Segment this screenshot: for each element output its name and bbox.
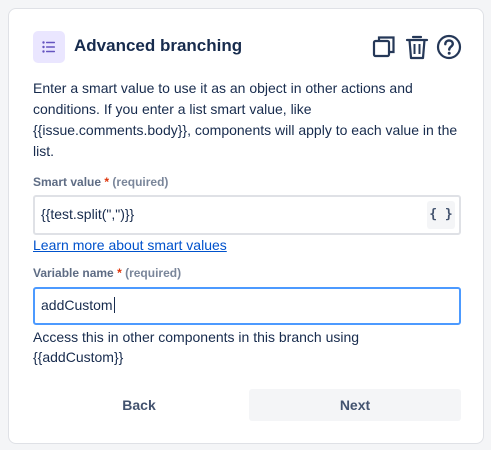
- variable-name-text: addCustom: [41, 297, 113, 313]
- panel-title: Advanced branching: [74, 36, 243, 55]
- list-icon: [33, 31, 65, 63]
- smart-value-input[interactable]: {{test.split(",")}} { }: [33, 195, 461, 235]
- copy-icon[interactable]: [371, 32, 399, 62]
- learn-more-link[interactable]: Learn more about smart values: [33, 237, 227, 253]
- next-button[interactable]: Next: [249, 389, 461, 421]
- advanced-branching-panel: Advanced branching Enter a smart value t…: [8, 8, 484, 444]
- variable-helper-text: Access this in other components in this …: [33, 329, 360, 365]
- variable-name-label-text: Variable name: [33, 266, 114, 280]
- required-star: *: [117, 266, 122, 280]
- smart-value-text[interactable]: {{test.split(",")}}: [41, 206, 134, 222]
- insert-smart-value-button[interactable]: { }: [427, 201, 455, 229]
- text-caret: [113, 297, 115, 313]
- smart-value-label-text: Smart value: [33, 175, 102, 189]
- back-button[interactable]: Back: [33, 389, 245, 421]
- smart-value-label: Smart value * (required): [33, 175, 168, 189]
- help-icon[interactable]: [435, 32, 463, 62]
- required-text: (required): [125, 266, 182, 280]
- trash-icon[interactable]: [403, 32, 431, 62]
- panel-header: Advanced branching: [33, 31, 463, 63]
- branch-description: Enter a smart value to use it as an obje…: [33, 80, 458, 159]
- variable-name-input[interactable]: addCustom: [33, 287, 461, 325]
- variable-name-label: Variable name * (required): [33, 266, 181, 280]
- required-text: (required): [112, 175, 169, 189]
- variable-name-value[interactable]: addCustom: [41, 297, 115, 313]
- required-star: *: [104, 175, 110, 189]
